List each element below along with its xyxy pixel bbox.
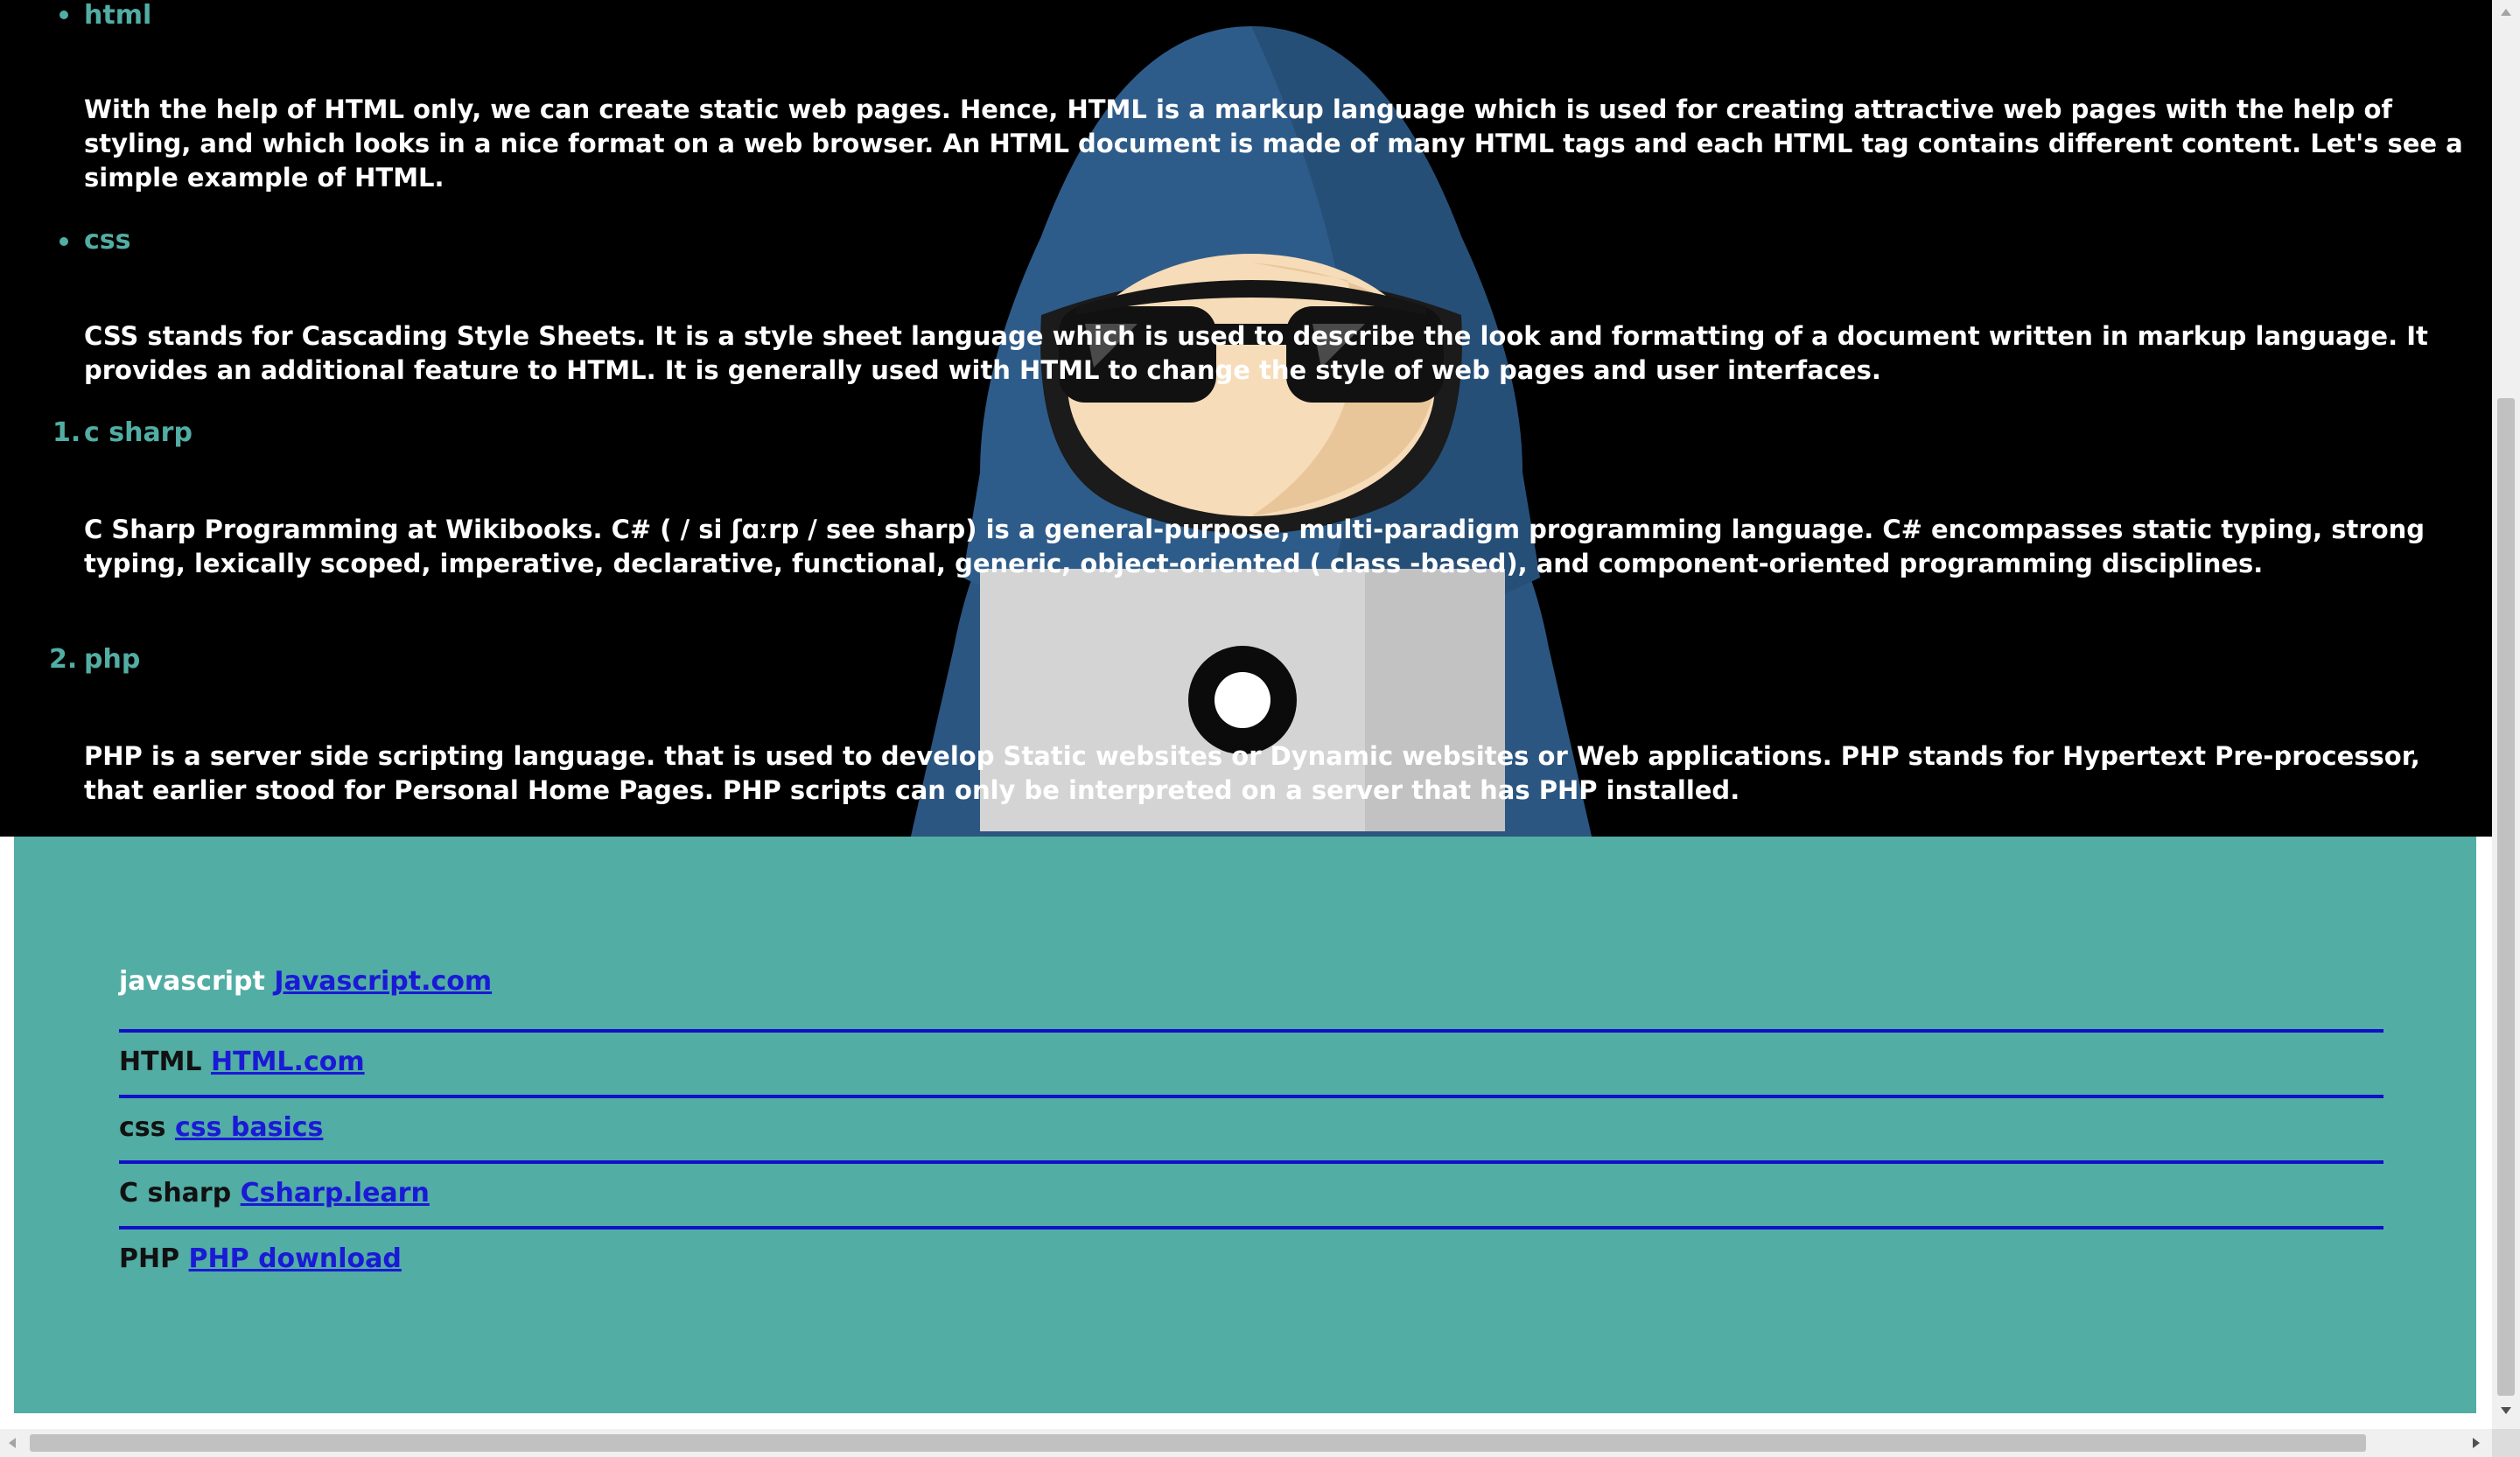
footer-label: C sharp: [119, 1178, 232, 1208]
vertical-scroll-thumb[interactable]: [2497, 398, 2515, 1396]
scroll-down-icon[interactable]: [2501, 1407, 2511, 1414]
vertical-scrollbar[interactable]: [2492, 0, 2520, 1429]
section-title-css: css: [84, 225, 131, 256]
csharp-link[interactable]: Csharp.learn: [241, 1178, 430, 1208]
divider: [119, 1095, 2384, 1098]
footer-row-html: HTML HTML.com: [119, 1047, 365, 1078]
horizontal-scrollbar[interactable]: [0, 1429, 2492, 1457]
section-title-php: php: [84, 644, 141, 675]
section-text-csharp: C Sharp Programming at Wikibooks. C# ( /…: [84, 515, 2426, 578]
footer-row-csharp: C sharp Csharp.learn: [119, 1178, 430, 1209]
list-number: 2.: [49, 644, 78, 675]
divider: [119, 1029, 2384, 1033]
php-link[interactable]: PHP download: [189, 1243, 402, 1274]
scroll-right-icon[interactable]: [2473, 1438, 2480, 1448]
divider: [119, 1160, 2384, 1164]
css-link[interactable]: css basics: [175, 1112, 323, 1143]
bullet-icon: [60, 237, 68, 246]
section-text-php: PHP is a server side scripting language.…: [84, 741, 2420, 805]
horizontal-scroll-thumb[interactable]: [30, 1434, 2366, 1452]
section-text-css: CSS stands for Cascading Style Sheets. I…: [84, 321, 2428, 385]
footer-label: PHP: [119, 1243, 180, 1274]
section-title-html: html: [84, 0, 152, 31]
footer-label: HTML: [119, 1047, 202, 1077]
scroll-left-icon[interactable]: [9, 1438, 16, 1448]
footer-row-php: PHP PHP download: [119, 1243, 402, 1275]
footer: javascript Javascript.com HTML HTML.com …: [14, 837, 2476, 1413]
footer-row-css: css css basics: [119, 1112, 323, 1144]
list-number: 1.: [52, 417, 81, 448]
footer-row-javascript: javascript Javascript.com: [119, 966, 492, 998]
divider: [119, 1226, 2384, 1229]
javascript-link[interactable]: Javascript.com: [274, 966, 492, 997]
section-text-html: With the help of HTML only, we can creat…: [84, 95, 2463, 193]
scrollbar-corner: [2492, 1429, 2520, 1457]
page-viewport: html With the help of HTML only, we can …: [0, 0, 2492, 1429]
footer-label: javascript: [119, 966, 265, 997]
footer-label: css: [119, 1112, 166, 1143]
html-link[interactable]: HTML.com: [211, 1047, 365, 1077]
bullet-icon: [60, 11, 68, 19]
scroll-up-icon[interactable]: [2501, 9, 2511, 16]
section-title-csharp: c sharp: [84, 417, 192, 448]
content-area: html With the help of HTML only, we can …: [0, 0, 2492, 837]
